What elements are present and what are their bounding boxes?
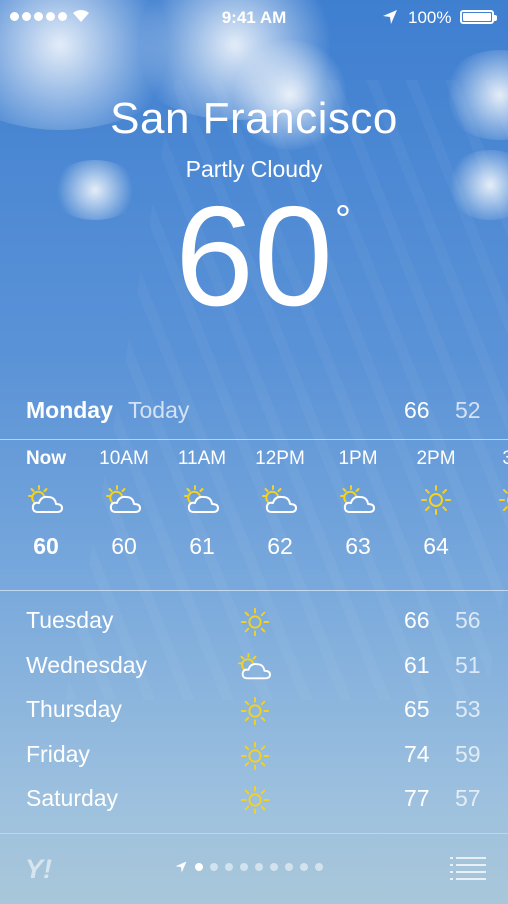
page-dot[interactable] — [240, 863, 248, 871]
yahoo-logo[interactable]: Y! — [25, 854, 52, 885]
partly-cloudy-icon — [340, 485, 375, 513]
page-dot[interactable] — [285, 863, 293, 871]
daily-day: Wednesday — [26, 651, 148, 678]
sun-icon — [421, 485, 451, 515]
daily-row: Saturday 77 57 — [0, 778, 508, 823]
hour-time: 1PM — [338, 448, 378, 469]
weather-screen: 9:41 AM 100% San Francisco Partly Cloudy… — [0, 0, 508, 904]
hour-time: 11AM — [177, 448, 227, 469]
city-name: San Francisco — [110, 94, 398, 143]
hour-temp: 60 — [111, 533, 137, 559]
hourly-forecast[interactable]: Now 60 10AM 60 11AM 61 12PM 62 1PM 63 2P… — [0, 444, 508, 584]
list-menu-icon[interactable] — [450, 856, 486, 882]
today-day: Monday — [26, 397, 113, 423]
partly-cloudy-icon — [184, 485, 219, 513]
degree-symbol: ° — [335, 198, 351, 242]
current-temperature: 60 — [175, 177, 333, 336]
sun-icon — [499, 485, 508, 515]
hour-temp: 63 — [345, 533, 371, 559]
daily-low: 56 — [455, 607, 481, 633]
daily-forecast: Tuesday 66 56 Wednesday 61 51 Thursday 6… — [0, 600, 508, 823]
hour-column: 3P 6 — [474, 444, 508, 566]
hour-column: Now 60 — [6, 444, 86, 566]
partly-cloudy-icon — [106, 485, 141, 513]
sun-icon — [240, 696, 270, 726]
hour-temp: 60 — [33, 533, 59, 559]
hour-column: 11AM 61 — [162, 444, 242, 566]
page-dot[interactable] — [255, 863, 263, 871]
page-dot[interactable] — [270, 863, 278, 871]
hour-time: 12PM — [255, 448, 305, 469]
today-high: 66 — [404, 397, 430, 423]
battery-percentage: 100% — [408, 8, 452, 27]
hour-time: 2PM — [416, 448, 456, 469]
divider — [0, 590, 508, 591]
hour-column: 10AM 60 — [84, 444, 164, 566]
sun-icon — [240, 741, 270, 770]
daily-low: 53 — [455, 696, 481, 722]
hour-temp: 6 — [474, 526, 508, 566]
location-arrow-icon — [383, 10, 397, 24]
hour-time: 10AM — [99, 448, 149, 469]
daily-high: 74 — [404, 740, 430, 767]
divider — [0, 439, 508, 440]
daily-row: Wednesday 61 51 — [0, 645, 508, 690]
partly-cloudy-icon — [28, 485, 63, 513]
daily-row: Friday 74 59 — [0, 734, 508, 779]
daily-low: 51 — [455, 651, 481, 678]
page-dot[interactable] — [225, 863, 233, 871]
daily-row: Thursday 65 53 — [0, 689, 508, 734]
partly-cloudy-icon — [262, 485, 297, 513]
page-dot[interactable] — [210, 863, 218, 871]
daily-low: 57 — [455, 785, 481, 811]
hour-time: 3P — [502, 448, 508, 469]
page-dot[interactable] — [300, 863, 308, 871]
sun-icon — [240, 607, 270, 637]
today-summary: Monday Today 66 52 — [0, 393, 508, 433]
daily-day: Thursday — [26, 696, 122, 722]
today-low: 52 — [455, 397, 481, 423]
daily-day: Tuesday — [26, 607, 114, 633]
daily-high: 65 — [404, 696, 430, 722]
daily-row: Tuesday 66 56 — [0, 600, 508, 645]
bottom-bar: Y! — [0, 834, 508, 904]
daily-low: 59 — [455, 740, 481, 767]
hour-column: 1PM 63 — [318, 444, 398, 566]
location-arrow-icon — [175, 861, 187, 873]
daily-day: Saturday — [26, 785, 119, 811]
status-bar: 9:41 AM 100% — [0, 0, 508, 34]
daily-high: 66 — [404, 607, 430, 633]
page-dot[interactable] — [315, 863, 323, 871]
page-dot[interactable] — [195, 863, 203, 871]
today-label: Today — [128, 397, 190, 423]
hour-column: 12PM 62 — [240, 444, 320, 566]
daily-day: Friday — [26, 740, 90, 767]
hour-temp: 61 — [189, 533, 215, 559]
hour-column: 2PM 64 — [396, 444, 476, 566]
battery-icon — [460, 10, 497, 24]
daily-high: 77 — [404, 785, 430, 811]
hour-temp: 64 — [423, 533, 449, 559]
partly-cloudy-icon — [238, 652, 271, 679]
daily-high: 61 — [404, 651, 430, 678]
page-indicator[interactable] — [174, 860, 323, 874]
hour-temp: 62 — [267, 533, 293, 559]
hour-time: Now — [25, 448, 67, 469]
sun-icon — [240, 785, 270, 815]
